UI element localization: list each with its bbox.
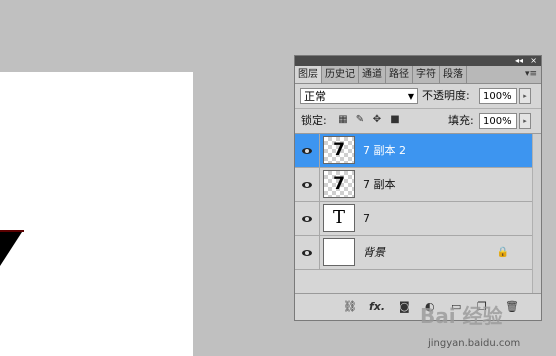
tab-layers[interactable]: 图层	[295, 66, 322, 83]
blend-row: 正常 ▼ 不透明度: 100% ▸	[295, 84, 541, 109]
lock-position-icon[interactable]: ✥	[371, 114, 383, 126]
panel-menu-icon[interactable]: ▾≡	[525, 69, 537, 79]
text-layer-thumbnail: T	[323, 204, 355, 232]
fill-slider-button[interactable]: ▸	[519, 113, 531, 129]
document-canvas[interactable]	[0, 72, 193, 356]
layer-row[interactable]: T 7	[295, 202, 541, 236]
opacity-field[interactable]: 100%	[479, 88, 517, 104]
canvas-black-shape	[0, 230, 24, 266]
tab-character[interactable]: 字符	[413, 66, 440, 83]
panel-tabs: 图层 历史记 通道 路径 字符 段落 ▾≡	[295, 66, 541, 84]
eye-icon	[302, 215, 312, 222]
dropdown-arrow-icon: ▼	[407, 92, 414, 101]
layer-row[interactable]: 背景 🔒	[295, 236, 541, 270]
layer-thumbnail: 7	[323, 136, 355, 164]
layer-name: 7 副本 2	[363, 144, 406, 157]
eye-icon	[302, 181, 312, 188]
layer-row[interactable]: 7 7 副本 2	[295, 134, 541, 168]
visibility-toggle[interactable]	[295, 134, 320, 167]
add-mask-icon[interactable]: ◙	[399, 300, 410, 314]
layer-name: 7	[363, 212, 370, 225]
watermark-logo: Bai 经验	[420, 304, 503, 328]
lock-icon: 🔒	[496, 247, 509, 258]
fill-label: 填充:	[448, 114, 474, 127]
background-thumbnail	[323, 238, 355, 266]
visibility-toggle[interactable]	[295, 202, 320, 235]
lock-transparent-pixels-icon[interactable]: ▦	[337, 114, 349, 126]
visibility-toggle[interactable]	[295, 168, 320, 201]
lock-row: 锁定: ▦ ✎ ✥ ■ 填充: 100% ▸	[295, 109, 541, 134]
layer-thumbnail: 7	[323, 170, 355, 198]
layers-panel: ◂◂ × 图层 历史记 通道 路径 字符 段落 ▾≡ 正常 ▼ 不透明度: 10…	[294, 55, 542, 321]
layers-list: 7 7 副本 2 7 7 副本 T 7 背景 🔒	[295, 134, 541, 294]
lock-all-icon[interactable]: ■	[389, 114, 401, 126]
opacity-label: 不透明度:	[422, 89, 470, 102]
tab-channels[interactable]: 通道	[359, 66, 386, 83]
tab-paragraph[interactable]: 段落	[440, 66, 467, 83]
lock-image-pixels-icon[interactable]: ✎	[354, 114, 366, 126]
opacity-slider-button[interactable]: ▸	[519, 88, 531, 104]
lock-label: 锁定:	[301, 114, 327, 127]
watermark-site: jingyan.baidu.com	[428, 338, 521, 349]
tab-history[interactable]: 历史记	[322, 66, 359, 83]
link-layers-icon[interactable]: ⛓	[343, 300, 357, 314]
double-chevron-left-icon[interactable]: ◂◂	[515, 56, 523, 66]
layer-name: 背景	[363, 246, 385, 259]
close-icon[interactable]: ×	[530, 56, 537, 66]
eye-icon	[302, 249, 312, 256]
panel-titlebar[interactable]: ◂◂ ×	[295, 56, 541, 66]
fill-field[interactable]: 100%	[479, 113, 517, 129]
layer-row[interactable]: 7 7 副本	[295, 168, 541, 202]
layer-style-icon[interactable]: fx.	[369, 300, 385, 314]
blend-mode-value: 正常	[304, 90, 326, 103]
blend-mode-select[interactable]: 正常 ▼	[300, 88, 418, 104]
visibility-toggle[interactable]	[295, 236, 320, 269]
watermark: Bai 经验 jingyan.baidu.com	[420, 300, 556, 356]
layer-name: 7 副本	[363, 178, 396, 191]
layers-scrollbar[interactable]	[532, 134, 541, 294]
eye-icon	[302, 147, 312, 154]
tab-paths[interactable]: 路径	[386, 66, 413, 83]
